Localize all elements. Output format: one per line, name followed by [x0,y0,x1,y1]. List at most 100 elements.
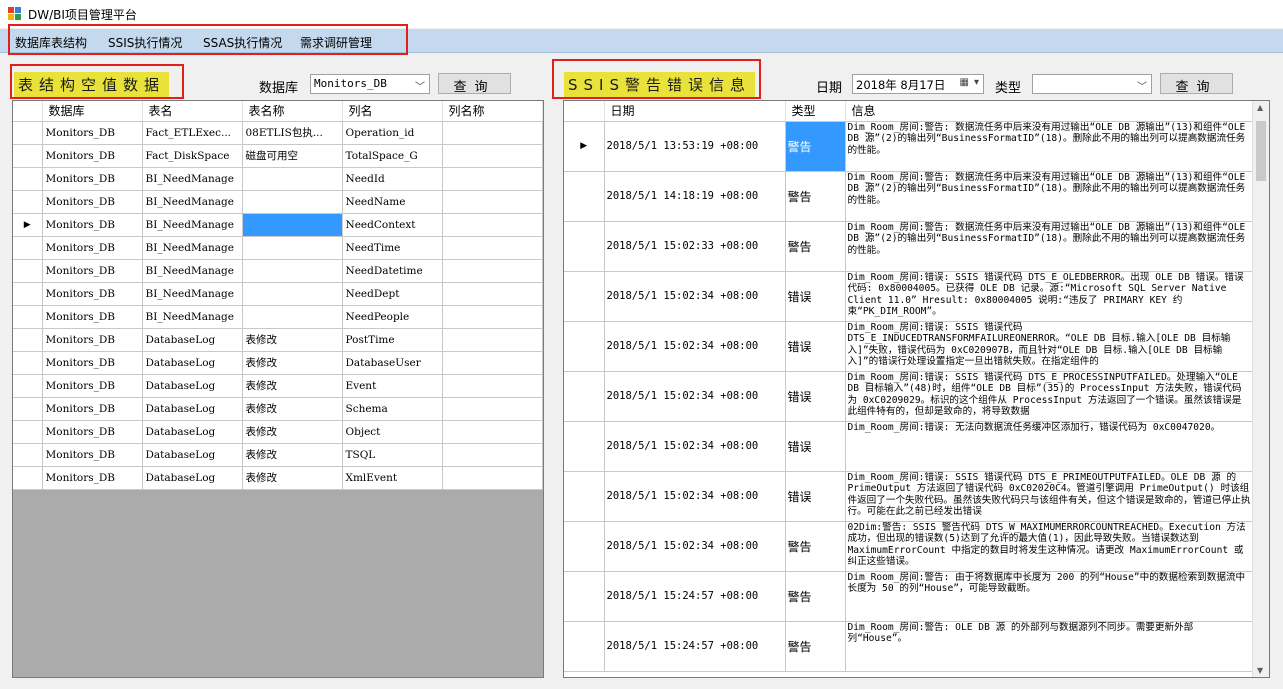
table-row[interactable]: Monitors_DB DatabaseLog 表修改 Object [13,420,543,444]
row-header[interactable] [564,571,605,622]
table-cell[interactable] [242,259,343,283]
log-info-cell[interactable]: Dim_Room_房间:错误: SSIS 错误代码 DTS_E_PRIMEOUT… [845,471,1254,522]
log-date-cell[interactable]: 2018/5/1 15:24:57 +08:00 [604,571,786,622]
left-column-header[interactable]: 列名称 [442,101,543,122]
row-header[interactable] [564,421,605,472]
table-cell[interactable]: NeedDept [342,282,443,306]
table-cell[interactable]: Event [342,374,443,398]
table-cell[interactable]: Monitors_DB [42,328,143,352]
log-date-cell[interactable]: 2018/5/1 15:02:34 +08:00 [604,371,786,422]
log-type-cell[interactable]: 错误 [785,421,846,472]
log-info-cell[interactable]: Dim_Room_房间:错误: SSIS 错误代码 DTS_E_PROCESSI… [845,371,1254,422]
row-header[interactable] [564,371,605,422]
log-date-cell[interactable]: 2018/5/1 15:02:34 +08:00 [604,271,786,322]
scroll-down-icon[interactable]: ▼ [1257,666,1263,675]
table-cell[interactable]: Monitors_DB [42,190,143,214]
table-cell[interactable]: Monitors_DB [42,144,143,168]
table-row[interactable]: Monitors_DB BI_NeedManage NeedDept [13,282,543,306]
log-info-cell[interactable]: Dim_Room_房间:错误: 无法向数据流任务缓冲区添加行，错误代码为 0xC… [845,421,1254,472]
table-cell[interactable]: DatabaseLog [142,397,243,421]
table-cell[interactable]: BI_NeedManage [142,305,243,329]
table-cell[interactable]: Monitors_DB [42,259,143,283]
table-row[interactable]: 2018/5/1 15:24:57 +08:00 警告 Dim_Room_房间:警告… [564,571,1254,622]
table-cell[interactable] [242,305,343,329]
menu-item-requirements[interactable]: 需求调研管理 [300,34,372,51]
table-cell[interactable]: Schema [342,397,443,421]
log-info-cell[interactable]: Dim_Room_房间:警告: 数据流任务中后来没有用过输出“OLE DB 源输… [845,221,1254,272]
table-cell[interactable]: 表修改 [242,420,343,444]
table-row[interactable]: 2018/5/1 15:02:33 +08:00 警告 Dim_Room_房间:警告… [564,221,1254,272]
table-cell[interactable]: NeedPeople [342,305,443,329]
log-type-cell[interactable]: 警告 [785,121,846,172]
table-cell[interactable]: Monitors_DB [42,305,143,329]
table-cell[interactable]: Monitors_DB [42,397,143,421]
table-cell[interactable]: NeedId [342,167,443,191]
log-info-cell[interactable]: Dim_Room_房间:错误: SSIS 错误代码 DTS_E_OLEDBERR… [845,271,1254,322]
table-cell[interactable]: Monitors_DB [42,282,143,306]
left-query-button[interactable]: 查询 [438,73,511,95]
log-date-cell[interactable]: 2018/5/1 14:18:19 +08:00 [604,171,786,222]
row-header[interactable] [13,305,43,329]
table-cell[interactable]: NeedContext [342,213,443,237]
table-cell[interactable]: DatabaseLog [142,351,243,375]
row-header[interactable] [13,144,43,168]
log-date-cell[interactable]: 2018/5/1 13:53:19 +08:00 [604,121,786,172]
log-type-cell[interactable]: 警告 [785,521,846,572]
log-info-cell[interactable]: Dim_Room_房间:警告: 由于将数据库中长度为 200 的列“House”… [845,571,1254,622]
table-cell[interactable]: XmlEvent [342,466,443,490]
table-cell[interactable]: DatabaseLog [142,328,243,352]
table-row[interactable]: Monitors_DB DatabaseLog 表修改 DatabaseUser [13,351,543,375]
table-row[interactable]: Monitors_DB BI_NeedManage NeedDatetime [13,259,543,283]
log-date-cell[interactable]: 2018/5/1 15:02:34 +08:00 [604,471,786,522]
log-type-cell[interactable]: 警告 [785,571,846,622]
menu-item-db-structure[interactable]: 数据库表结构 [15,34,87,51]
row-header[interactable] [564,521,605,572]
table-cell[interactable] [242,236,343,260]
table-cell[interactable] [242,282,343,306]
table-cell[interactable]: DatabaseLog [142,420,243,444]
table-cell[interactable]: Monitors_DB [42,121,143,145]
table-cell[interactable] [442,305,543,329]
table-cell[interactable]: Monitors_DB [42,167,143,191]
table-row[interactable]: 2018/5/1 15:02:34 +08:00 错误 Dim_Room_房间:错误… [564,371,1254,422]
log-type-cell[interactable]: 警告 [785,171,846,222]
table-row[interactable]: Monitors_DB DatabaseLog 表修改 Schema [13,397,543,421]
table-row[interactable]: Monitors_DB DatabaseLog 表修改 XmlEvent [13,466,543,490]
table-cell[interactable]: BI_NeedManage [142,213,243,237]
left-column-header[interactable]: 数据库 [42,101,143,122]
table-cell[interactable]: DatabaseUser [342,351,443,375]
log-info-cell[interactable]: Dim_Room_房间:错误: SSIS 错误代码 DTS_E_INDUCEDT… [845,321,1254,372]
table-cell[interactable]: BI_NeedManage [142,167,243,191]
table-row[interactable]: 2018/5/1 15:02:34 +08:00 错误 Dim_Room_房间:错误… [564,421,1254,472]
table-row[interactable]: 2018/5/1 15:24:57 +08:00 警告 Dim_Room_房间:警告… [564,621,1254,672]
row-header[interactable] [13,397,43,421]
table-row[interactable]: 2018/5/1 15:02:34 +08:00 错误 Dim_Room_房间:错误… [564,471,1254,522]
row-header[interactable] [13,282,43,306]
table-cell[interactable]: Operation_id [342,121,443,145]
row-header[interactable] [13,259,43,283]
log-type-cell[interactable]: 警告 [785,221,846,272]
date-picker[interactable]: 2018年 8月17日 ▦ ▾ [852,74,984,94]
table-cell[interactable] [442,259,543,283]
table-row[interactable]: Monitors_DB DatabaseLog 表修改 PostTime [13,328,543,352]
table-cell[interactable] [442,374,543,398]
database-select[interactable]: Monitors_DB ﹀ [310,74,430,94]
table-cell[interactable]: Object [342,420,443,444]
table-cell[interactable] [442,144,543,168]
table-row[interactable]: 2018/5/1 15:02:34 +08:00 错误 Dim_Room_房间:错误… [564,321,1254,372]
table-cell[interactable] [442,236,543,260]
table-cell[interactable]: BI_NeedManage [142,282,243,306]
menu-item-ssis[interactable]: SSIS执行情况 [108,34,182,51]
log-date-cell[interactable]: 2018/5/1 15:02:34 +08:00 [604,321,786,372]
row-header[interactable] [564,271,605,322]
row-header[interactable] [13,351,43,375]
table-cell[interactable]: BI_NeedManage [142,259,243,283]
row-header[interactable] [564,621,605,672]
log-info-cell[interactable]: 02Dim:警告: SSIS 警告代码 DTS_W_MAXIMUMERRORCO… [845,521,1254,572]
table-cell[interactable] [442,282,543,306]
right-query-button[interactable]: 查询 [1160,73,1233,95]
log-date-cell[interactable]: 2018/5/1 15:24:57 +08:00 [604,621,786,672]
table-row[interactable]: 2018/5/1 14:18:19 +08:00 警告 Dim_Room_房间:警告… [564,171,1254,222]
row-header[interactable] [13,328,43,352]
table-row[interactable]: ▶ Monitors_DB BI_NeedManage NeedContext [13,213,543,237]
